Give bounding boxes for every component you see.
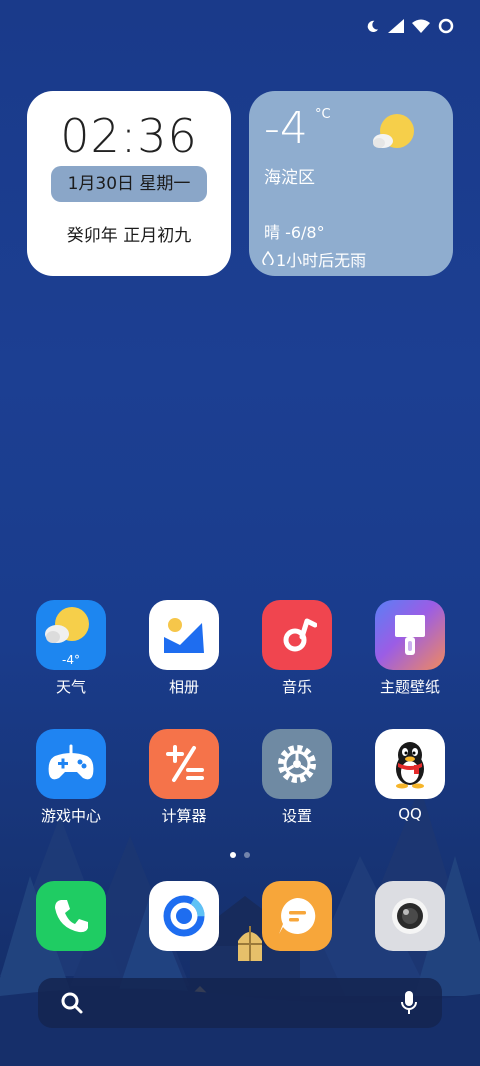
app-label: 计算器 <box>161 807 207 825</box>
app-settings[interactable]: 设置 <box>242 729 352 826</box>
browser-icon[interactable] <box>149 881 219 951</box>
status-bar <box>365 18 454 34</box>
droplet-icon <box>262 250 274 269</box>
app-weather[interactable]: -4° 天气 <box>16 600 126 697</box>
gallery-icon <box>149 600 219 670</box>
settings-icon <box>262 729 332 799</box>
app-label: 音乐 <box>281 678 312 696</box>
app-gallery[interactable]: 相册 <box>129 600 239 697</box>
weather-app-badge: -4° <box>62 653 80 667</box>
app-themes[interactable]: 主题壁纸 <box>355 600 465 697</box>
messages-icon[interactable] <box>262 881 332 951</box>
weather-condition: 晴 -6/8° <box>264 223 325 242</box>
search-icon[interactable] <box>60 991 84 1019</box>
rain-forecast: 1小时后无雨 <box>262 247 366 271</box>
wifi-icon <box>412 19 430 33</box>
rain-forecast-text: 1小时后无雨 <box>276 251 367 270</box>
app-label: 天气 <box>55 678 86 696</box>
camera-icon[interactable] <box>375 881 445 951</box>
signal-icon <box>388 19 404 33</box>
sunny-icon <box>371 111 417 157</box>
temperature-unit: °C <box>315 107 331 122</box>
weather-location: 海淀区 <box>264 168 315 188</box>
lunar-date: 癸卯年 正月初九 <box>66 226 192 246</box>
themes-icon <box>375 600 445 670</box>
weather-icon: -4° <box>36 600 106 670</box>
app-label: 相册 <box>168 678 199 696</box>
app-calculator[interactable]: 计算器 <box>129 729 239 826</box>
game-center-icon <box>36 729 106 799</box>
app-game-center[interactable]: 游戏中心 <box>16 729 126 826</box>
app-music[interactable]: 音乐 <box>242 600 352 697</box>
moon-icon <box>365 19 380 34</box>
qq-icon <box>375 729 445 799</box>
search-bar[interactable] <box>38 978 442 1028</box>
page-dot[interactable] <box>244 852 250 858</box>
app-label: 设置 <box>281 807 312 825</box>
page-indicator <box>0 852 480 858</box>
app-qq[interactable]: QQ <box>355 729 465 823</box>
clock-date: 1月30日 星期一 <box>51 166 207 202</box>
microphone-icon[interactable] <box>400 990 418 1020</box>
calculator-icon <box>149 729 219 799</box>
app-label: QQ <box>398 805 422 823</box>
app-label: 主题壁纸 <box>379 678 440 696</box>
page-dot-active[interactable] <box>230 852 236 858</box>
app-label: 游戏中心 <box>40 807 101 825</box>
clock-time: 02:36 <box>60 109 198 163</box>
music-icon <box>262 600 332 670</box>
weather-widget[interactable]: -4 °C 海淀区 晴 -6/8° 1小时后无雨 <box>249 91 453 276</box>
phone-icon[interactable] <box>36 881 106 951</box>
circle-icon <box>438 18 454 34</box>
weather-temperature: -4 <box>264 103 308 154</box>
clock-widget[interactable]: 02:36 1月30日 星期一 癸卯年 正月初九 <box>27 91 231 276</box>
